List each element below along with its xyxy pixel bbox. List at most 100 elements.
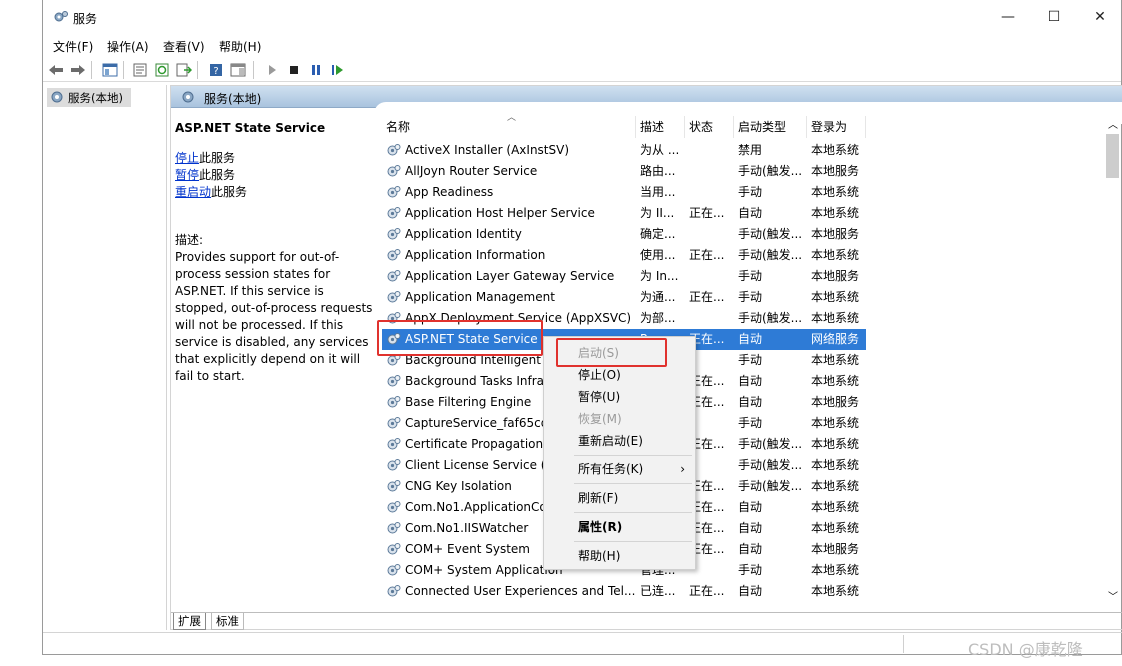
service-row[interactable]: App Readiness 当用... 手动 本地系统 [382, 182, 866, 203]
service-row[interactable]: Application Identity 确定... 手动(触发... 本地服务 [382, 224, 866, 245]
stop-service-link[interactable]: 停止 [175, 151, 199, 165]
service-gear-icon [386, 374, 401, 389]
ctx-resume[interactable]: 恢复(M) [544, 408, 695, 430]
service-log-on-as-cell: 本地服务 [811, 227, 860, 241]
service-row[interactable]: Connected User Experiences and Tel... 已连.… [382, 581, 866, 602]
start-service-icon[interactable] [263, 61, 281, 79]
service-description-cell: 路由... [640, 164, 676, 178]
scroll-down-icon[interactable]: ﹀ [1108, 588, 1118, 603]
ctx-help[interactable]: 帮助(H) [544, 545, 695, 567]
pause-service-icon[interactable] [307, 61, 325, 79]
menu-view[interactable]: 查看(V) [163, 38, 205, 55]
help-icon[interactable]: ? [207, 61, 225, 79]
link-suffix: 此服务 [199, 151, 236, 165]
toolbar: ? [43, 58, 1121, 82]
ctx-properties[interactable]: 属性(R) [544, 516, 695, 538]
service-row[interactable]: Application Management 为通... 正在... 手动 本地系统 [382, 287, 866, 308]
show-hide-pane-icon[interactable] [229, 61, 247, 79]
refresh-icon[interactable] [153, 61, 171, 79]
service-row[interactable]: Application Layer Gateway Service 为 In...… [382, 266, 866, 287]
service-description-cell: 为 In... [640, 269, 679, 283]
service-log-on-as-cell: 本地系统 [811, 500, 860, 514]
service-gear-icon [386, 143, 401, 158]
column-header-log-on-as[interactable]: 登录为 [807, 116, 866, 138]
export-list-icon[interactable] [175, 61, 193, 79]
back-arrow-icon[interactable] [47, 61, 65, 79]
service-row[interactable]: ActiveX Installer (AxInstSV) 为从 ... 禁用 本地系统 [382, 140, 866, 161]
service-startup-type-cell: 手动 [738, 290, 763, 304]
ctx-all-tasks-label: 所有任务(K) [578, 462, 644, 476]
service-log-on-as-cell: 本地服务 [811, 542, 860, 556]
menu-action[interactable]: 操作(A) [107, 38, 149, 55]
view-tabs: 扩展 标准 [171, 612, 1122, 630]
service-name-cell: AllJoyn Router Service [405, 164, 538, 178]
menu-help[interactable]: 帮助(H) [219, 38, 261, 55]
service-log-on-as-cell: 本地系统 [811, 143, 860, 157]
console-tree-icon[interactable] [101, 61, 119, 79]
service-status-cell: 正在... [689, 248, 725, 262]
tab-extended[interactable]: 扩展 [173, 613, 206, 630]
service-description-cell: 使用... [640, 248, 676, 262]
service-startup-type-cell: 自动 [738, 521, 763, 535]
restart-service-link[interactable]: 重启动 [175, 185, 211, 199]
service-gear-icon [386, 416, 401, 431]
ctx-pause[interactable]: 暂停(U) [544, 386, 695, 408]
ctx-stop[interactable]: 停止(O) [544, 364, 695, 386]
service-log-on-as-cell: 本地系统 [811, 437, 860, 451]
pause-service-link[interactable]: 暂停 [175, 168, 199, 182]
column-header-name[interactable]: 名称 [382, 116, 636, 138]
ctx-all-tasks[interactable]: 所有任务(K) › [544, 458, 695, 480]
service-description-cell: 为从 ... [640, 143, 680, 157]
column-header-description[interactable]: 描述 [636, 116, 685, 138]
service-startup-type-cell: 自动 [738, 332, 763, 346]
services-gear-icon [50, 90, 64, 107]
service-name-cell: Application Host Helper Service [405, 206, 595, 220]
ctx-refresh[interactable]: 刷新(F) [544, 487, 695, 509]
service-startup-type-cell: 自动 [738, 395, 763, 409]
title-bar: 服务 — ☐ ✕ [43, 0, 1121, 34]
stop-service-icon[interactable] [285, 61, 303, 79]
maximize-button[interactable]: ☐ [1031, 0, 1077, 34]
tree-item-label: 服务(本地) [68, 90, 123, 105]
service-row[interactable]: AllJoyn Router Service 路由... 手动(触发... 本地服务 [382, 161, 866, 182]
watermark: CSDN @康乾隆 [968, 640, 1083, 659]
service-gear-icon [386, 563, 401, 578]
service-row[interactable]: Application Host Helper Service 为 II... 正在… [382, 203, 866, 224]
service-gear-icon [386, 584, 401, 599]
service-log-on-as-cell: 本地系统 [811, 458, 860, 472]
service-gear-icon [386, 479, 401, 494]
ctx-restart[interactable]: 重新启动(E) [544, 430, 695, 452]
service-log-on-as-cell: 本地系统 [811, 206, 860, 220]
service-row[interactable]: Application Information 使用... 正在... 手动(触发..… [382, 245, 866, 266]
ctx-separator [574, 455, 692, 456]
tab-standard[interactable]: 标准 [211, 613, 244, 630]
scroll-up-icon[interactable]: ︿ [1108, 116, 1118, 131]
service-startup-type-cell: 手动(触发... [738, 164, 803, 178]
service-startup-type-cell: 手动 [738, 353, 763, 367]
status-bar [43, 632, 1122, 655]
service-log-on-as-cell: 本地系统 [811, 290, 860, 304]
properties-sheet-icon[interactable] [131, 61, 149, 79]
submenu-arrow-icon: › [680, 462, 685, 476]
service-gear-icon [386, 269, 401, 284]
service-startup-type-cell: 手动(触发... [738, 458, 803, 472]
scrollbar-thumb[interactable] [1106, 134, 1119, 178]
vertical-scrollbar[interactable]: ︿ ﹀ [1104, 116, 1122, 606]
extended-description-panel: ASP.NET State Service 停止此服务 暂停此服务 重启动此服务… [175, 120, 375, 385]
service-description-cell: 已连... [640, 584, 676, 598]
tree-item-services-local[interactable]: 服务(本地) [47, 88, 131, 107]
service-log-on-as-cell: 本地服务 [811, 395, 860, 409]
selected-service-name: ASP.NET State Service [175, 121, 326, 135]
details-header-title: 服务(本地) [204, 92, 262, 106]
service-name-cell: Connected User Experiences and Tel... [405, 584, 636, 598]
service-startup-type-cell: 手动 [738, 563, 763, 577]
restart-service-icon[interactable] [329, 61, 347, 79]
service-startup-type-cell: 手动(触发... [738, 248, 803, 262]
column-header-startup-type[interactable]: 启动类型 [734, 116, 807, 138]
forward-arrow-icon[interactable] [69, 61, 87, 79]
service-startup-type-cell: 手动 [738, 269, 763, 283]
minimize-button[interactable]: — [985, 0, 1031, 34]
menu-file[interactable]: 文件(F) [53, 38, 93, 55]
close-button[interactable]: ✕ [1077, 0, 1122, 34]
column-header-status[interactable]: 状态 [685, 116, 734, 138]
